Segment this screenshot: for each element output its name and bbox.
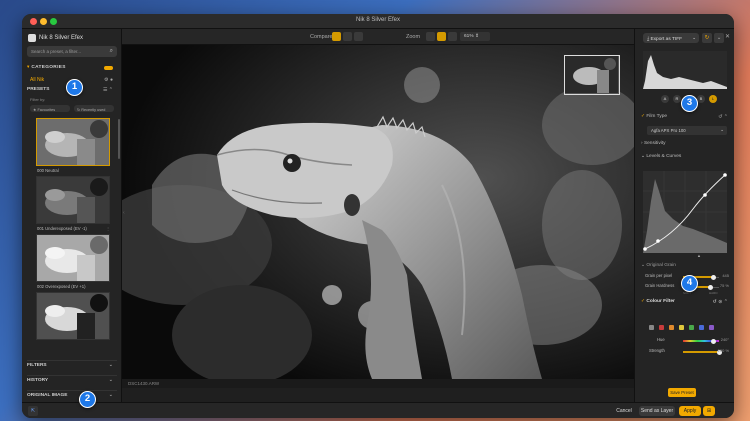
refresh-icon[interactable]: ↻ [702, 33, 712, 43]
film-type-select[interactable]: Agfa APX Pro 100 ⌄ [647, 126, 727, 135]
swatch-orange[interactable] [669, 325, 674, 330]
preset-label: 002 Overexposed (EV +1) [37, 284, 86, 289]
send-as-layer-button[interactable]: Send as Layer [639, 406, 675, 416]
annotation-badge-3: 3 [681, 95, 698, 112]
compare-side-button[interactable] [343, 32, 352, 41]
zoom-label: Zoom [406, 34, 421, 40]
filter-favourites-chip[interactable]: ★ Favourites [30, 105, 70, 112]
film-type-section[interactable]: ✓ Film Type ↺ ⌃ [641, 114, 731, 120]
chevron-down-icon: ⌄ [108, 377, 113, 383]
section-filters[interactable]: FILTERS ⌄ [27, 360, 117, 369]
reset-icon[interactable]: ↺ ⊙ ⌃ [713, 299, 728, 305]
app-window: Nik 8 Silver Efex Nik 8 Silver Efex Sear… [22, 14, 734, 418]
channel-all[interactable]: A [661, 95, 669, 103]
check-icon[interactable]: ✓ [641, 299, 645, 304]
preset-label: 001 Underexposed (EV -1) ⋮ [37, 226, 110, 231]
filter-by-label: Filter by: [30, 97, 46, 102]
export-button[interactable]: ⤓ Export as TIFF ⌄ [643, 33, 699, 43]
preset-scrollbar[interactable] [118, 119, 120, 159]
swatch-yellow[interactable] [679, 325, 684, 330]
channel-red[interactable]: R [673, 95, 681, 103]
swatch-violet[interactable] [709, 325, 714, 330]
original-grain-section[interactable]: ⌄ Original Grain [641, 263, 731, 268]
levels-curves-section[interactable]: ⌄ Levels & Curves [641, 154, 731, 159]
grain-hard-label: HARD [709, 291, 718, 295]
curve-midpoint-icon[interactable]: ▲ [697, 253, 701, 258]
right-panel: ⤓ Export as TIFF⌄ ↻ ⌄ ✕ A R G B L ✓ Film… [634, 29, 734, 402]
swatch-blue[interactable] [699, 325, 704, 330]
toggle-sidebar-icon[interactable]: ⇱ [28, 406, 38, 416]
close-icon[interactable]: ✕ [725, 33, 730, 40]
image-filename: DSC1430.ARW [122, 379, 634, 388]
channel-luminance[interactable]: L [709, 95, 717, 103]
filter-recent-chip[interactable]: ↻ Recently used [74, 105, 114, 112]
category-all-nik[interactable]: All Nik [30, 77, 44, 83]
section-original-image[interactable]: ORIGINAL IMAGE ⌄ [27, 390, 117, 399]
zoom-100-button[interactable] [448, 32, 457, 41]
cancel-button[interactable]: Cancel [614, 406, 634, 416]
bottom-bar: ⇱ Cancel Send as Layer Apply ⊞ [22, 402, 734, 418]
annotation-badge-2: 2 [79, 391, 96, 408]
section-history[interactable]: HISTORY ⌄ [27, 375, 117, 384]
categories-toggle[interactable] [104, 66, 113, 70]
chevron-down-icon: ⌄ [692, 35, 696, 40]
colour-filter-swatches [649, 325, 729, 331]
channel-blue[interactable]: B [697, 95, 705, 103]
title-bar: Nik 8 Silver Efex [22, 14, 734, 29]
sensitivity-section[interactable]: › Sensitivity [641, 141, 731, 146]
compare-label: Compare [310, 34, 333, 40]
annotation-badge-4: 4 [681, 275, 698, 292]
chevron-down-icon: ⌄ [108, 362, 113, 368]
preset-list: 000 Neutral 001 Underexposed (EV -1) ⋮ 00… [34, 118, 112, 340]
image-canvas[interactable] [122, 45, 634, 379]
reset-icon[interactable]: ↺ ⌃ [718, 114, 728, 120]
more-icon[interactable]: ⋮ [106, 226, 110, 231]
colour-filter-section[interactable]: ✓ Colour Filter ↺ ⊙ ⌃ [641, 299, 731, 305]
swatch-green[interactable] [689, 325, 694, 330]
histogram [643, 51, 727, 89]
chevron-down-icon: ⌄ [108, 392, 113, 398]
curves-editor[interactable] [643, 171, 727, 253]
swatch-neutral[interactable] [649, 325, 654, 330]
list-view-icon[interactable]: ☰ ⌃ [103, 87, 113, 93]
zoom-level-select[interactable]: 61% ⇕ [460, 32, 490, 41]
compare-split-button[interactable] [332, 32, 341, 41]
top-toolbar: Compare Zoom 61% ⇕ [122, 29, 634, 45]
app-name: Nik 8 Silver Efex [39, 35, 84, 41]
zoom-hand-button[interactable] [437, 32, 446, 41]
apply-button[interactable]: Apply [679, 406, 701, 416]
navigator-thumbnail[interactable] [564, 55, 620, 95]
preset-thumbnail-next[interactable] [36, 292, 110, 340]
collapse-left-icon[interactable]: ‹ [123, 210, 125, 216]
annotation-badge-1: 1 [66, 79, 83, 96]
search-placeholder: Search a preset, a filter... [31, 49, 82, 54]
preset-thumbnail-underexposed[interactable] [36, 176, 110, 224]
save-preset-button[interactable]: Save Preset [668, 388, 696, 397]
swatch-red[interactable] [659, 325, 664, 330]
more-options-icon[interactable]: ⌄ [714, 33, 724, 43]
apply-options-icon[interactable]: ⊞ [703, 406, 715, 416]
photo-preview [122, 45, 634, 379]
compare-stack-button[interactable] [354, 32, 363, 41]
search-icon[interactable]: ⌕ [110, 48, 113, 55]
category-settings-icon[interactable]: ⚙ ● [104, 77, 113, 83]
preset-thumbnail-neutral[interactable] [36, 118, 110, 166]
chevron-down-icon: ⌄ [720, 127, 724, 132]
search-input[interactable]: Search a preset, a filter... ⌕ [27, 46, 117, 57]
check-icon[interactable]: ✓ [641, 114, 645, 119]
preset-label: 000 Neutral [37, 168, 59, 173]
zoom-fit-button[interactable] [426, 32, 435, 41]
window-title: Nik 8 Silver Efex [355, 17, 400, 23]
preset-thumbnail-overexposed[interactable] [36, 234, 110, 282]
strength-slider[interactable]: Strength 200 % [645, 348, 729, 356]
categories-header[interactable]: ▾ CATEGORIES [27, 65, 117, 73]
hue-slider[interactable]: Hue 240° [645, 337, 729, 345]
